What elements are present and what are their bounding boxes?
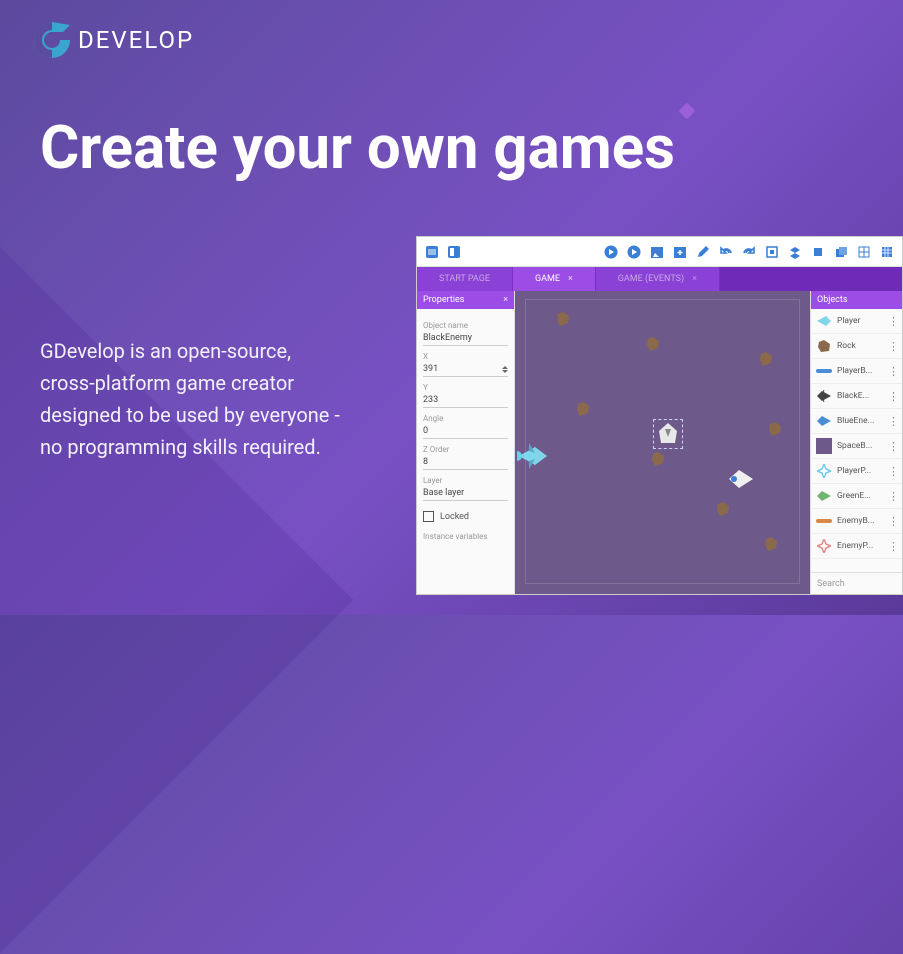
gdevelop-logo: DEVELOP [30, 18, 194, 62]
panels-button[interactable] [445, 243, 463, 261]
more-icon[interactable]: ⋮ [888, 465, 898, 478]
object-item-player[interactable]: Player ⋮ [811, 309, 902, 334]
menu-button[interactable] [423, 243, 441, 261]
stepper-icon[interactable] [502, 366, 508, 373]
locked-checkbox[interactable] [423, 511, 434, 522]
layers-button[interactable] [786, 243, 804, 261]
zoom-fit-button[interactable] [763, 243, 781, 261]
close-icon[interactable]: × [692, 274, 697, 284]
play-button[interactable] [602, 243, 620, 261]
more-icon[interactable]: ⋮ [888, 365, 898, 378]
zorder-label: Z Order [423, 445, 508, 454]
rock-sprite[interactable] [650, 451, 666, 467]
objects-search-input[interactable]: Search [811, 572, 902, 594]
properties-panel: Properties × Object name BlackEnemy X 39… [417, 291, 515, 594]
object-name-field[interactable]: BlackEnemy [423, 331, 508, 346]
player-sprite[interactable] [517, 441, 551, 471]
enemy-sprite[interactable] [725, 466, 755, 492]
layer-label: Layer [423, 476, 508, 485]
instance-vars-label: Instance variables [423, 532, 508, 541]
objects-panel: Objects Player ⋮ Rock ⋮ PlayerB... ⋮ [810, 291, 902, 594]
y-label: Y [423, 383, 508, 392]
more-icon[interactable]: ⋮ [888, 415, 898, 428]
pencil-icon[interactable] [694, 243, 712, 261]
rock-sprite[interactable] [763, 536, 779, 552]
more-icon[interactable]: ⋮ [888, 540, 898, 553]
more-icon[interactable]: ⋮ [888, 315, 898, 328]
properties-title: Properties [423, 295, 464, 305]
editor-window: START PAGE GAME× GAME (EVENTS)× Properti… [416, 236, 903, 595]
object-item-playerparticle[interactable]: PlayerP... ⋮ [811, 459, 902, 484]
more-icon[interactable]: ⋮ [888, 340, 898, 353]
object-item-blueenemy[interactable]: BlueEne... ⋮ [811, 409, 902, 434]
object-item-playerbullet[interactable]: PlayerB... ⋮ [811, 359, 902, 384]
x-field[interactable]: 391 [423, 362, 508, 377]
tab-game[interactable]: GAME× [513, 267, 596, 291]
rock-sprite[interactable] [555, 311, 571, 327]
undo-button[interactable] [717, 243, 735, 261]
editor-tabs: START PAGE GAME× GAME (EVENTS)× [417, 267, 902, 291]
object-item-enemybullet[interactable]: EnemyB... ⋮ [811, 509, 902, 534]
page-headline: Create your own games [40, 115, 675, 181]
editor-toolbar [417, 237, 902, 267]
rock-sprite[interactable] [715, 501, 731, 517]
rock-sprite[interactable] [575, 401, 591, 417]
y-field[interactable]: 233 [423, 393, 508, 408]
page-description: GDevelop is an open-source, cross-platfo… [40, 335, 350, 463]
layer-field[interactable]: Base layer [423, 486, 508, 501]
close-icon[interactable]: × [503, 295, 508, 305]
preview-button[interactable] [625, 243, 643, 261]
object-name-label: Object name [423, 321, 508, 330]
locked-label: Locked [440, 512, 469, 522]
selected-enemy-sprite[interactable] [653, 419, 683, 449]
more-icon[interactable]: ⋮ [888, 440, 898, 453]
x-label: X [423, 352, 508, 361]
instances-button[interactable] [832, 243, 850, 261]
tab-start-page[interactable]: START PAGE [417, 267, 513, 291]
add-object-button[interactable] [671, 243, 689, 261]
rock-sprite[interactable] [645, 336, 661, 352]
objects-button[interactable] [809, 243, 827, 261]
edit-object-button[interactable] [648, 243, 666, 261]
object-item-spacebg[interactable]: SpaceB... ⋮ [811, 434, 902, 459]
angle-field[interactable]: 0 [423, 424, 508, 439]
zorder-field[interactable]: 8 [423, 455, 508, 470]
tab-game-events[interactable]: GAME (EVENTS)× [596, 267, 720, 291]
rock-sprite[interactable] [758, 351, 774, 367]
objects-title: Objects [817, 295, 847, 305]
close-icon[interactable]: × [568, 274, 573, 284]
more-icon[interactable]: ⋮ [888, 390, 898, 403]
grid-button[interactable] [855, 243, 873, 261]
object-item-greenenemy[interactable]: GreenE... ⋮ [811, 484, 902, 509]
rock-sprite[interactable] [767, 421, 783, 437]
more-icon[interactable]: ⋮ [888, 490, 898, 503]
grid-settings-button[interactable] [878, 243, 896, 261]
angle-label: Angle [423, 414, 508, 423]
logo-icon [30, 18, 74, 62]
more-icon[interactable]: ⋮ [888, 515, 898, 528]
logo-text: DEVELOP [78, 26, 194, 54]
redo-button[interactable] [740, 243, 758, 261]
object-item-blackenemy[interactable]: BlackE... ⋮ [811, 384, 902, 409]
scene-canvas[interactable] [515, 291, 810, 594]
object-item-rock[interactable]: Rock ⋮ [811, 334, 902, 359]
object-item-enemyparticle[interactable]: EnemyP... ⋮ [811, 534, 902, 559]
